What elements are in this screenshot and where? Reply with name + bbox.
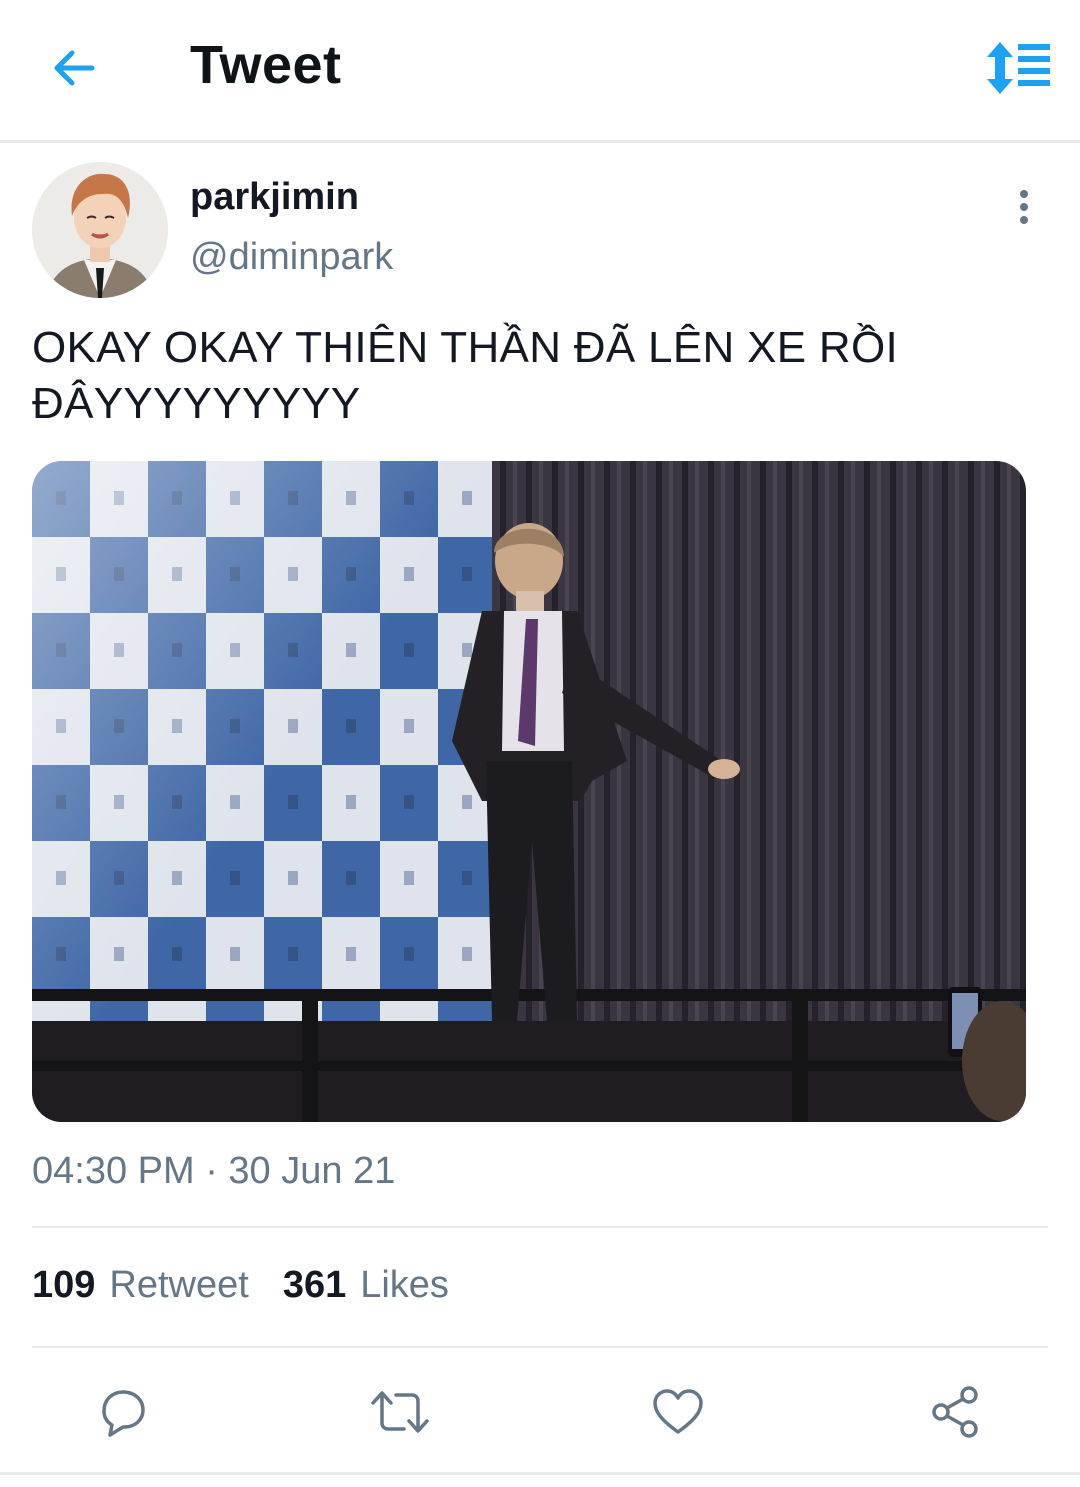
sort-button[interactable] <box>982 40 1054 96</box>
reply-icon <box>102 1390 145 1437</box>
like-button[interactable] <box>648 1382 708 1442</box>
arrow-left-icon <box>54 50 95 86</box>
tweet-text: OKAY OKAY THIÊN THẦN ĐÃ LÊN XE RỒI ĐÂYYY… <box>32 323 899 428</box>
header-divider <box>0 140 1080 143</box>
back-button[interactable] <box>46 40 102 96</box>
sort-updown-list-icon <box>987 42 1050 94</box>
retweets-count: 109 <box>32 1264 96 1306</box>
more-options-button[interactable] <box>1004 184 1044 230</box>
author-handle[interactable]: @diminpark <box>190 236 393 279</box>
tweet-timestamp: 04:30 PM · 30 Jun 21 <box>32 1150 396 1192</box>
avatar[interactable] <box>32 162 168 298</box>
divider <box>32 1346 1048 1348</box>
share-icon <box>932 1386 978 1438</box>
author-display-name[interactable]: parkjimin <box>190 176 359 219</box>
likes-stat[interactable]: 361 Likes <box>283 1264 449 1307</box>
tweet-media-image[interactable] <box>32 461 1026 1122</box>
engagement-stats: 109 Retweet 361 Likes <box>32 1264 449 1307</box>
divider <box>32 1226 1048 1228</box>
retweet-button[interactable] <box>370 1382 430 1442</box>
reply-button[interactable] <box>93 1382 153 1442</box>
likes-count: 361 <box>282 1264 347 1306</box>
page-title: Tweet <box>190 35 342 95</box>
retweet-icon <box>371 1391 429 1433</box>
like-heart-icon <box>653 1389 703 1434</box>
bottom-divider <box>0 1472 1080 1475</box>
share-button[interactable] <box>926 1382 986 1442</box>
more-dots-icon <box>1020 190 1028 198</box>
likes-label: Likes <box>360 1264 449 1306</box>
top-bar: Tweet <box>0 0 1080 140</box>
retweets-stat[interactable]: 109 Retweet <box>32 1264 249 1307</box>
retweets-label: Retweet <box>109 1264 249 1306</box>
